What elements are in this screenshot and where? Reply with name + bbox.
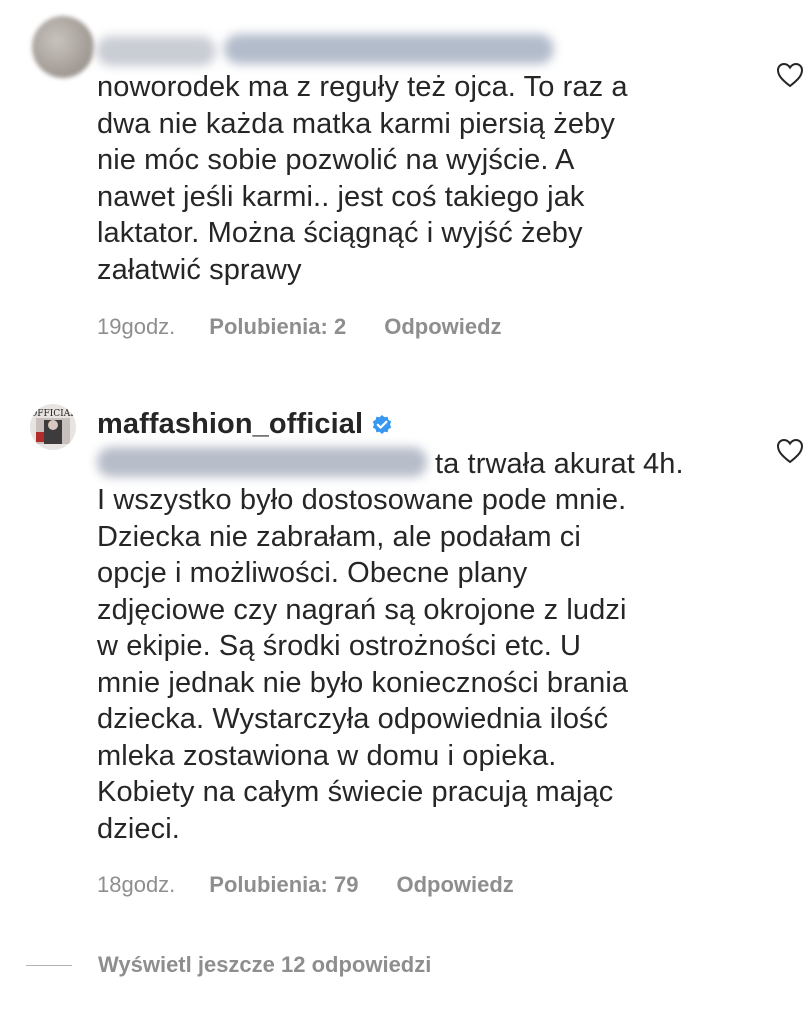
commenter-avatar[interactable] [32, 16, 94, 78]
reply-button[interactable]: Odpowiedz [396, 872, 513, 898]
username-row: maffashion_official [97, 408, 393, 441]
comment-first-line-text: ta trwała akurat 4h. [435, 448, 684, 480]
username[interactable]: maffashion_official [97, 408, 363, 441]
comment-meta: 19godz. Polubienia: 2 Odpowiedz [97, 314, 502, 340]
comment-time: 19godz. [97, 314, 176, 339]
blurred-mention[interactable] [97, 447, 427, 477]
maffashion-avatar[interactable]: OFFICIAL [30, 404, 76, 450]
heart-outline-icon[interactable] [776, 62, 804, 88]
verified-badge-icon [372, 414, 392, 434]
blurred-username [96, 36, 216, 66]
likes-count[interactable]: Polubienia: 2 [209, 314, 346, 340]
svg-text:OFFICIAL: OFFICIAL [30, 409, 76, 419]
view-more-replies[interactable]: Wyświetl jeszcze 12 odpowiedzi [26, 952, 431, 978]
likes-count[interactable]: Polubienia: 79 [209, 872, 358, 898]
comment-text: I wszystko było dostosowane pode mnie. D… [97, 484, 629, 845]
comment-text: noworodek ma z reguły też ojca. To raz a… [97, 71, 628, 286]
view-more-replies-label[interactable]: Wyświetl jeszcze 12 odpowiedzi [98, 952, 431, 978]
comment-time: 18godz. [97, 872, 176, 897]
blurred-mention [224, 34, 554, 64]
divider-line [26, 964, 72, 966]
reply-button[interactable]: Odpowiedz [384, 314, 501, 340]
comment-meta: 18godz. Polubienia: 79 Odpowiedz [97, 872, 514, 898]
heart-outline-icon[interactable] [776, 438, 804, 464]
comment-text-first-line: ta trwała akurat 4h. [97, 446, 684, 483]
